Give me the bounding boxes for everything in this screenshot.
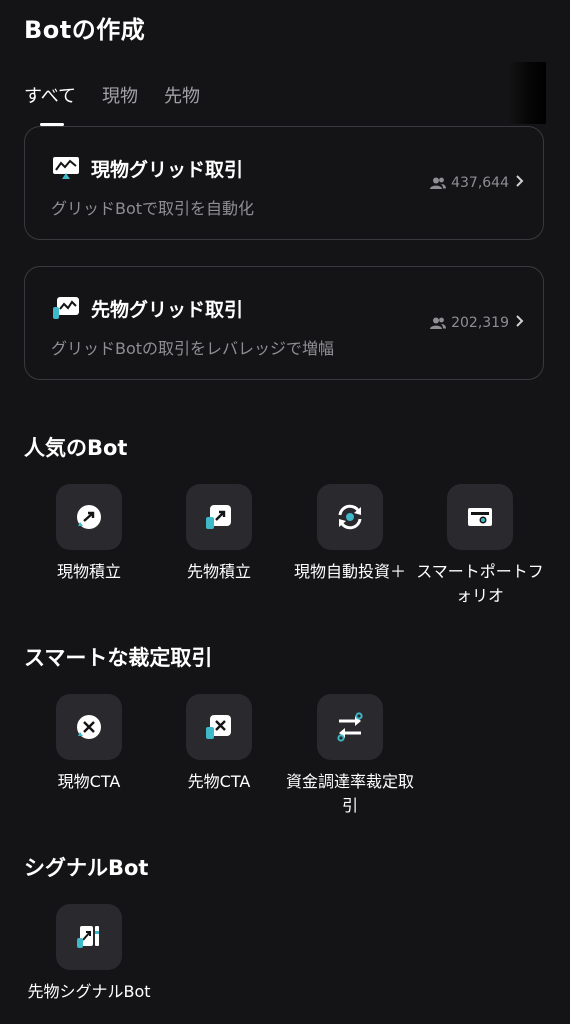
spot-grid-card[interactable]: 現物グリッド取引 グリッドBotで取引を自動化 437,644 [24,126,544,240]
bot-label: 先物積立 [186,562,251,581]
card-subtitle: グリッドBotの取引をレバレッジで増幅 [51,339,335,358]
arbitrage-section-title: スマートな裁定取引 [24,646,213,670]
chevron-right-icon [516,315,524,327]
bot-creation-page: Botの作成 すべて 現物 先物 現物グリッド取引 グリッドBotで取引を自動化… [0,0,570,1024]
bot-icon-tile [447,484,513,550]
bot-label: 先物シグナルBot [27,982,151,1001]
futures-grid-icon [53,297,79,319]
user-count: 202,319 [430,315,509,331]
futures-cta-icon [206,715,231,739]
user-count-value: 437,644 [451,175,509,191]
funding-rate-arbitrage-icon [337,712,363,742]
tabs-scroll-fade [508,62,546,124]
auto-invest-icon [338,504,362,530]
tab-spot[interactable]: 現物 [102,82,138,126]
bot-label: 現物自動投資＋ [293,562,406,581]
bot-icon-tile [186,694,252,760]
tab-all[interactable]: すべて [24,82,76,126]
card-subtitle: グリッドBotで取引を自動化 [51,199,255,218]
users-icon [430,317,447,329]
bot-label: 現物積立 [56,562,121,581]
bot-icon-tile [56,904,122,970]
user-count: 437,644 [430,175,509,191]
category-tabs: すべて 現物 先物 [24,82,200,126]
users-icon [430,177,447,189]
funding-rate-arbitrage-item[interactable]: 資金調達率裁定取引 [285,694,415,818]
futures-cta-item[interactable]: 先物CTA [154,694,284,794]
popular-section-title: 人気のBot [24,436,128,460]
tab-futures[interactable]: 先物 [164,82,200,126]
auto-invest-item[interactable]: 現物自動投資＋ [285,484,415,584]
chevron-right-icon [516,175,524,187]
futures-signal-icon [77,926,99,948]
spot-grid-icon [53,157,79,179]
bot-icon-tile [186,484,252,550]
futures-grid-card[interactable]: 先物グリッド取引 グリッドBotの取引をレバレッジで増幅 202,319 [24,266,544,380]
bot-icon-tile [317,484,383,550]
smart-portfolio-icon [468,508,492,526]
user-count-value: 202,319 [451,315,509,331]
bot-icon-tile [56,484,122,550]
signal-section-title: シグナルBot [24,856,149,880]
spot-cta-item[interactable]: 現物CTA [24,694,154,794]
bot-label: スマートポートフォリオ [416,562,544,605]
spot-cta-icon [77,715,101,739]
bot-label: 資金調達率裁定取引 [285,772,414,815]
spot-dca-item[interactable]: 現物積立 [24,484,154,584]
page-title: Botの作成 [24,16,146,44]
futures-signal-item[interactable]: 先物シグナルBot [24,904,154,1004]
card-title: 現物グリッド取引 [91,159,244,181]
futures-dca-item[interactable]: 先物積立 [154,484,284,584]
bot-label: 先物CTA [187,772,251,791]
bot-icon-tile [56,694,122,760]
futures-dca-icon [206,505,231,529]
spot-dca-icon [77,505,101,529]
card-title: 先物グリッド取引 [91,299,244,321]
smart-portfolio-item[interactable]: スマートポートフォリオ [415,484,545,608]
bot-label: 現物CTA [57,772,121,791]
bot-icon-tile [317,694,383,760]
